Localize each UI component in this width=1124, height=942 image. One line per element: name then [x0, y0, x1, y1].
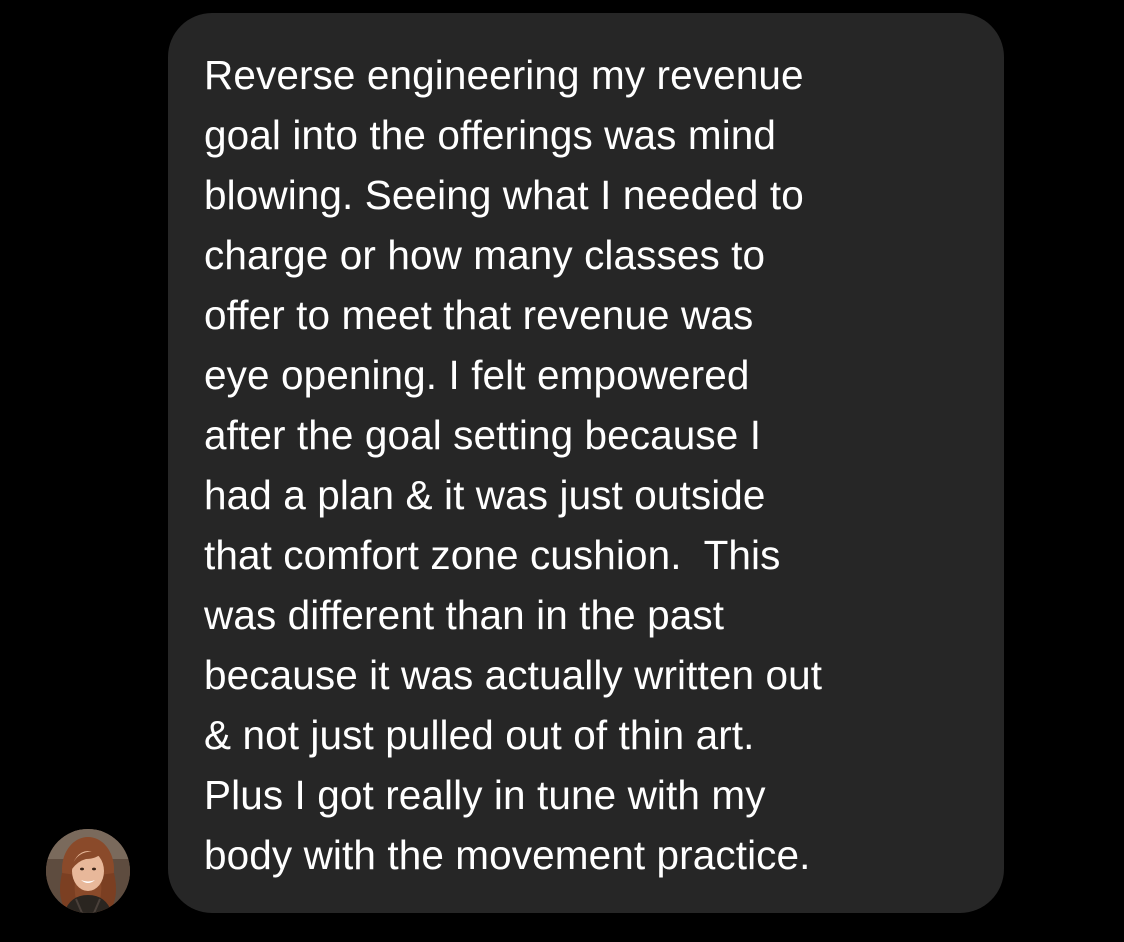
avatar[interactable] [46, 829, 130, 913]
message-line: that comfort zone cushion. This [204, 532, 781, 578]
profile-photo-icon [46, 829, 130, 913]
message-line: because it was actually written out [204, 652, 823, 698]
message-line: charge or how many classes to [204, 232, 766, 278]
message-line: Plus I got really in tune with my [204, 772, 766, 818]
message-line: offer to meet that revenue was [204, 292, 754, 338]
message-line: after the goal setting because I [204, 412, 762, 458]
message-line: eye opening. I felt empowered [204, 352, 750, 398]
message-line: was different than in the past [204, 592, 725, 638]
conversation-thread: Reverse engineering my revenue goal into … [0, 0, 1124, 942]
message-row: Reverse engineering my revenue goal into … [0, 0, 1124, 942]
message-bubble[interactable]: Reverse engineering my revenue goal into … [168, 13, 1004, 913]
message-text: Reverse engineering my revenue goal into … [204, 45, 974, 885]
message-line: body with the movement practice. [204, 832, 811, 878]
message-line: & not just pulled out of thin art. [204, 712, 755, 758]
message-line: had a plan & it was just outside [204, 472, 766, 518]
message-line: Reverse engineering my revenue [204, 52, 804, 98]
message-line: blowing. Seeing what I needed to [204, 172, 804, 218]
message-line: goal into the offerings was mind [204, 112, 777, 158]
